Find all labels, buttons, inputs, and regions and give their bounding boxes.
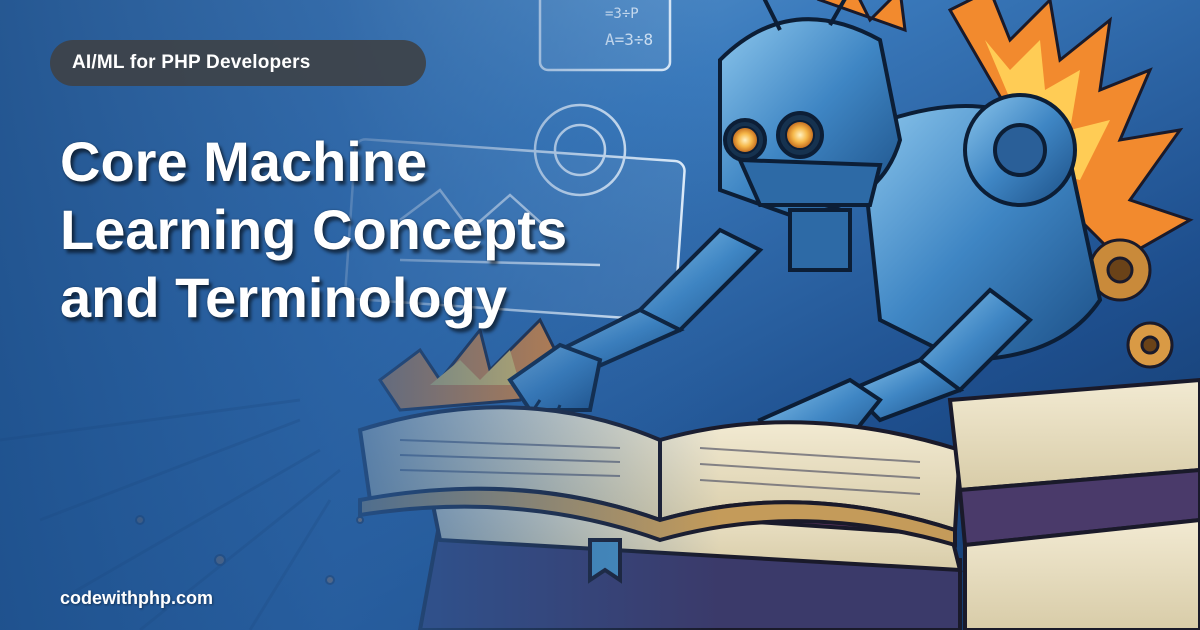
title-line: and Terminology	[60, 266, 507, 329]
svg-text:=3÷P: =3÷P	[605, 6, 639, 22]
site-url: codewithphp.com	[60, 588, 213, 608]
series-badge-label: AI/ML for PHP Developers	[72, 52, 311, 73]
page-title: Core Machine Learning Concepts and Termi…	[60, 128, 700, 332]
hero-card: A=3÷8 =3÷P AI/ML for PHP Developers Core…	[0, 0, 1200, 630]
svg-text:A=3÷8: A=3÷8	[605, 30, 653, 49]
title-line: Core Machine	[60, 130, 428, 193]
title-line: Learning Concepts	[60, 198, 568, 261]
series-badge: AI/ML for PHP Developers	[50, 40, 426, 86]
